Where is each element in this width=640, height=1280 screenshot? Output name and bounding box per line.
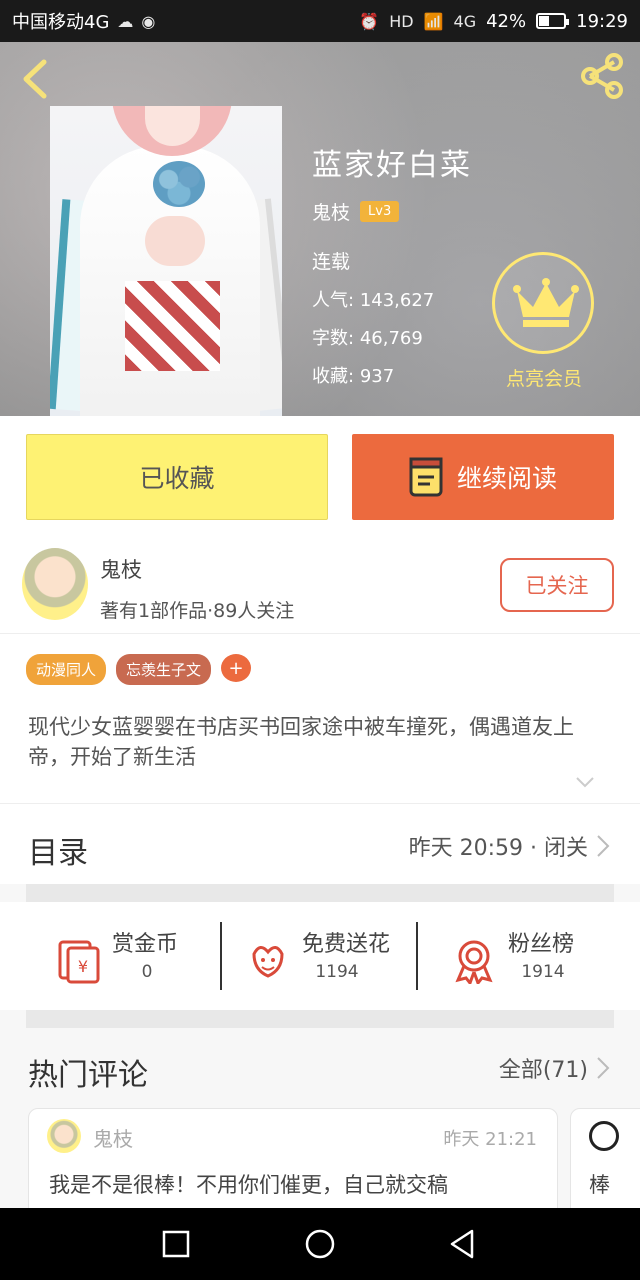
commenter-name[interactable]: 鬼枝	[93, 1123, 133, 1152]
clock: 19:29	[576, 10, 628, 32]
fan-ranking-action[interactable]: 粉丝榜 1914	[424, 922, 614, 992]
battery-icon	[536, 13, 570, 29]
status-bar: 中国移动4G ☁ ◉ ⏰ HD 📶 4G 42% 19:29	[0, 0, 640, 42]
author-meta: 著有1部作品·89人关注	[100, 600, 295, 622]
comment-text: 我是不是很棒！不用你们催更，自己就交稿	[49, 1173, 448, 1197]
catalog-title: 目录	[28, 836, 88, 871]
tag-item[interactable]: 忘羡生子文	[116, 654, 212, 685]
catalog-update: 昨天 20:59 · 闭关	[409, 830, 610, 862]
red-envelope-icon: ¥	[58, 940, 100, 984]
serial-status: 连载	[312, 251, 351, 273]
reward-coins-action[interactable]: ¥ 赏金币 0	[28, 922, 218, 992]
send-flowers-count: 1194	[315, 962, 359, 982]
catalog-update-text: 昨天 20:59 · 闭关	[408, 836, 588, 861]
all-comments-label: 全部(71)	[498, 1058, 588, 1083]
home-icon[interactable]	[302, 1226, 338, 1262]
back-arrow-icon[interactable]	[18, 56, 54, 102]
hot-comments-title: 热门评论	[28, 1058, 148, 1093]
add-tag-button[interactable]: +	[221, 654, 252, 682]
comment-card[interactable]: 鬼枝 昨天 21:21 我是不是很棒！不用你们催更，自己就交稿	[28, 1108, 558, 1218]
book-description: 现代少女蓝婴婴在书店买书回家途中被车撞死，偶遇道友上帝，开始了新生活	[28, 715, 574, 769]
book-author[interactable]: 鬼枝	[312, 198, 350, 225]
wifi-icon: 📶	[423, 11, 444, 31]
comment-time: 昨天 21:21	[443, 1129, 537, 1150]
back-icon[interactable]	[444, 1226, 480, 1262]
vip-crown-button[interactable]	[492, 252, 594, 354]
author-avatar[interactable]	[22, 548, 88, 620]
author-section: 鬼枝 著有1部作品·89人关注 已关注	[0, 536, 640, 634]
favorites-value: 937	[359, 366, 395, 387]
send-flowers-label: 免费送花	[302, 932, 391, 957]
reward-coins-count: 0	[141, 962, 153, 982]
network-type-label: 4G	[453, 11, 477, 31]
system-navigation-bar	[0, 1208, 640, 1280]
all-comments-link[interactable]: 全部(71)	[499, 1052, 610, 1084]
medal-icon	[455, 940, 493, 984]
reward-coins-label: 赏金币	[112, 932, 179, 957]
favorites-stat: 收藏: 937	[312, 366, 395, 387]
book-icon	[409, 457, 443, 497]
fan-ranking-count: 1914	[521, 962, 565, 982]
word-count-stat: 字数: 46,769	[312, 328, 423, 349]
book-title: 蓝家好白菜	[312, 148, 472, 183]
commenter-avatar[interactable]	[589, 1121, 619, 1151]
comment-text: 棒	[589, 1173, 610, 1197]
svg-text:¥: ¥	[78, 957, 88, 976]
tag-list: 动漫同人 忘羡生子文 +	[26, 654, 252, 685]
cloud-icon: ☁	[117, 11, 134, 31]
catalog-row[interactable]: 目录 昨天 20:59 · 闭关	[0, 804, 640, 884]
hd-icon: HD	[389, 11, 414, 31]
chevron-down-icon[interactable]	[575, 776, 595, 790]
alarm-icon: ⏰	[359, 11, 380, 31]
tag-item[interactable]: 动漫同人	[26, 654, 107, 685]
tags-description-section: 动漫同人 忘羡生子文 + 现代少女蓝婴婴在书店买书回家途中被车撞死，偶遇道友上帝…	[0, 634, 640, 804]
action-buttons-row: 已收藏 继续阅读	[0, 416, 640, 536]
commenter-avatar[interactable]	[47, 1119, 81, 1153]
fan-ranking-label: 粉丝榜	[508, 932, 575, 957]
word-count-value: 46,769	[359, 328, 423, 349]
level-badge: Lv3	[360, 201, 400, 222]
continue-reading-button[interactable]: 继续阅读	[352, 434, 614, 520]
battery-percent: 42%	[486, 10, 527, 32]
section-divider	[26, 884, 614, 902]
book-author-row: 鬼枝 Lv3	[312, 198, 400, 225]
continue-reading-label: 继续阅读	[456, 464, 557, 493]
hot-comments-section: 热门评论 全部(71) 鬼枝 昨天 21:21 我是不是很棒！不用你们催更，自己…	[0, 1028, 640, 1218]
support-actions: ¥ 赏金币 0 免费送花 1194 粉丝榜 1914	[0, 902, 640, 1010]
follow-button[interactable]: 已关注	[500, 558, 614, 612]
carrier-label: 中国移动4G	[12, 12, 110, 33]
popularity-stat: 人气: 143,627	[312, 290, 435, 311]
share-icon[interactable]	[578, 52, 626, 100]
book-header: 蓝家好白菜 鬼枝 Lv3 连载 人气: 143,627 字数: 46,769 收…	[0, 42, 640, 416]
recent-apps-icon[interactable]	[158, 1226, 194, 1262]
favorited-button[interactable]: 已收藏	[26, 434, 328, 520]
vip-label[interactable]: 点亮会员	[494, 364, 594, 391]
popularity-value: 143,627	[359, 290, 435, 311]
section-divider	[26, 1010, 614, 1028]
flower-icon	[252, 946, 284, 978]
notification-icon: ◉	[141, 11, 156, 31]
comment-card[interactable]: 棒	[570, 1108, 640, 1218]
chevron-right-icon	[597, 835, 610, 857]
chevron-right-icon	[597, 1057, 610, 1079]
send-flowers-action[interactable]: 免费送花 1194	[218, 922, 408, 992]
divider	[416, 922, 418, 990]
author-name[interactable]: 鬼枝	[100, 554, 142, 584]
book-cover-image[interactable]	[50, 106, 282, 416]
crown-icon	[513, 278, 579, 327]
